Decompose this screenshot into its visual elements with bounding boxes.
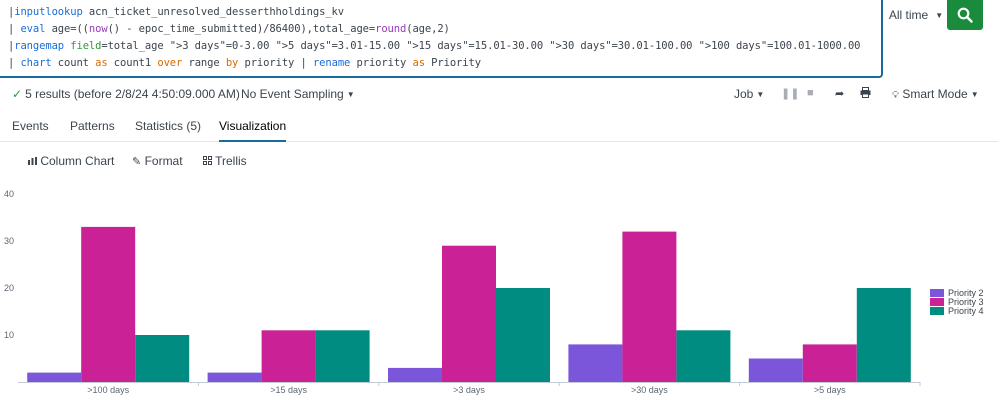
bar[interactable] bbox=[622, 231, 677, 382]
bar[interactable] bbox=[81, 226, 136, 382]
bar-chart-icon bbox=[28, 157, 37, 165]
y-tick-label: 40 bbox=[4, 189, 14, 199]
legend-swatch bbox=[930, 289, 944, 297]
chart-legend: Priority 2 Priority 3 Priority 4 bbox=[930, 289, 984, 316]
caret-down-icon: ▼ bbox=[970, 90, 979, 99]
bar[interactable] bbox=[856, 288, 911, 382]
spl-token: =total_age ">3 days"=0-3.00 ">5 days"=3.… bbox=[101, 40, 861, 52]
bar[interactable] bbox=[207, 372, 262, 382]
spl-token: as bbox=[412, 57, 426, 69]
spl-line: | eval age=((now() - epoc_time_submitted… bbox=[8, 21, 881, 38]
bar[interactable] bbox=[748, 358, 803, 383]
spl-token: () - epoc_time_submitted)/86400),total_a… bbox=[107, 23, 376, 35]
format-button[interactable]: ✎ Format bbox=[132, 154, 183, 168]
legend-item[interactable]: Priority 2 bbox=[930, 288, 984, 298]
chart-type-button[interactable]: Column Chart bbox=[28, 154, 114, 168]
checkmark-icon: ✓ bbox=[12, 87, 23, 101]
spl-token: Priority bbox=[424, 57, 481, 69]
legend-swatch bbox=[930, 307, 944, 315]
trellis-icon bbox=[203, 156, 212, 165]
x-tick-label: >100 days bbox=[87, 385, 129, 395]
x-tick-label: >3 days bbox=[453, 385, 485, 395]
spl-token: chart bbox=[20, 57, 52, 69]
share-icon[interactable]: ➦ bbox=[835, 87, 844, 100]
spl-token: rangemap bbox=[14, 40, 65, 52]
legend-label: Priority 2 bbox=[948, 288, 984, 298]
job-status-bar: ✓ 5 results (before 2/8/24 4:50:09.000 AM… bbox=[0, 84, 998, 104]
bar[interactable] bbox=[261, 330, 316, 382]
lightbulb-icon: 💡︎ bbox=[892, 90, 899, 101]
bar[interactable] bbox=[27, 372, 82, 382]
search-button[interactable] bbox=[947, 0, 983, 30]
bar[interactable] bbox=[442, 245, 496, 382]
x-tick-label: >5 days bbox=[814, 385, 846, 395]
caret-down-icon: ▼ bbox=[756, 90, 765, 99]
spl-token: range bbox=[182, 57, 226, 69]
bar[interactable] bbox=[568, 344, 623, 382]
spl-token: now bbox=[88, 23, 108, 35]
tab-patterns[interactable]: Patterns bbox=[70, 119, 115, 142]
event-sampling-dropdown[interactable]: No Event Sampling ▼ bbox=[241, 87, 355, 101]
bar[interactable] bbox=[315, 330, 370, 382]
time-range-picker[interactable]: All time ▼ bbox=[885, 0, 947, 30]
caret-down-icon: ▼ bbox=[346, 90, 355, 99]
legend-label: Priority 3 bbox=[948, 297, 984, 307]
spl-token: field bbox=[70, 40, 102, 52]
spl-line: | chart count as count1 over range by pr… bbox=[8, 55, 881, 72]
x-tick-label: >15 days bbox=[270, 385, 307, 395]
x-tick-label: >30 days bbox=[631, 385, 668, 395]
spl-token: count1 bbox=[107, 57, 158, 69]
spl-token: inputlookup bbox=[14, 6, 83, 18]
bar[interactable] bbox=[496, 288, 550, 382]
spl-token: round bbox=[375, 23, 407, 35]
search-bar[interactable]: | inputlookup acn_ticket_unresolved_desse… bbox=[0, 0, 883, 78]
y-tick-label: 30 bbox=[4, 236, 14, 246]
pause-icon[interactable]: ❚❚ bbox=[781, 87, 799, 100]
bar[interactable] bbox=[388, 367, 442, 382]
tab-visualization[interactable]: Visualization bbox=[219, 119, 287, 142]
spl-token: count bbox=[51, 57, 96, 69]
job-menu[interactable]: Job ▼ bbox=[734, 87, 764, 101]
tab-statistics[interactable]: Statistics (5) bbox=[135, 119, 201, 142]
bar[interactable] bbox=[135, 335, 190, 382]
time-range-label: All time bbox=[888, 8, 929, 22]
spl-token: priority bbox=[350, 57, 413, 69]
spl-token: eval bbox=[20, 23, 46, 35]
spl-token: by bbox=[225, 57, 239, 69]
y-tick-label: 10 bbox=[4, 330, 14, 340]
tab-events[interactable]: Events bbox=[12, 119, 49, 142]
trellis-button[interactable]: Trellis bbox=[203, 154, 247, 168]
pencil-icon: ✎ bbox=[132, 156, 142, 168]
spl-line: |inputlookup acn_ticket_unresolved_desse… bbox=[8, 4, 881, 21]
spl-token: rename bbox=[312, 57, 351, 69]
spl-token: acn_ticket_unresolved_desserthholdings_k… bbox=[82, 6, 344, 18]
stop-icon[interactable]: ■ bbox=[807, 87, 814, 99]
caret-down-icon: ▼ bbox=[935, 10, 944, 20]
column-chart: 10 20 30 40 >100 days >15 days >3 days >30 days… bbox=[4, 189, 921, 395]
legend-item[interactable]: Priority 3 bbox=[930, 297, 984, 307]
bar[interactable] bbox=[802, 344, 857, 382]
bar[interactable] bbox=[676, 330, 731, 382]
legend-label: Priority 4 bbox=[948, 306, 984, 316]
spl-token: age=(( bbox=[45, 23, 89, 35]
print-icon[interactable] bbox=[860, 87, 871, 101]
spl-line: |rangemap field=total_age ">3 days"=0-3.… bbox=[8, 38, 881, 55]
search-mode-dropdown[interactable]: 💡︎ Smart Mode ▼ bbox=[892, 87, 979, 101]
spl-token: (age,2) bbox=[406, 23, 450, 35]
legend-item[interactable]: Priority 4 bbox=[930, 306, 984, 316]
spl-token: priority | bbox=[238, 57, 313, 69]
results-summary: ✓ 5 results (before 2/8/24 4:50:09.000 AM… bbox=[12, 87, 240, 101]
spl-token: as bbox=[95, 57, 108, 69]
y-tick-label: 20 bbox=[4, 283, 14, 293]
spl-token: over bbox=[157, 57, 183, 69]
spl-query[interactable]: | inputlookup acn_ticket_unresolved_desse… bbox=[8, 4, 881, 72]
search-icon bbox=[957, 7, 973, 23]
spl-token: | bbox=[8, 57, 21, 69]
results-tabs: Events Patterns Statistics (5) Visualiza… bbox=[0, 118, 998, 142]
legend-swatch bbox=[930, 298, 944, 306]
spl-token: | bbox=[8, 23, 21, 35]
